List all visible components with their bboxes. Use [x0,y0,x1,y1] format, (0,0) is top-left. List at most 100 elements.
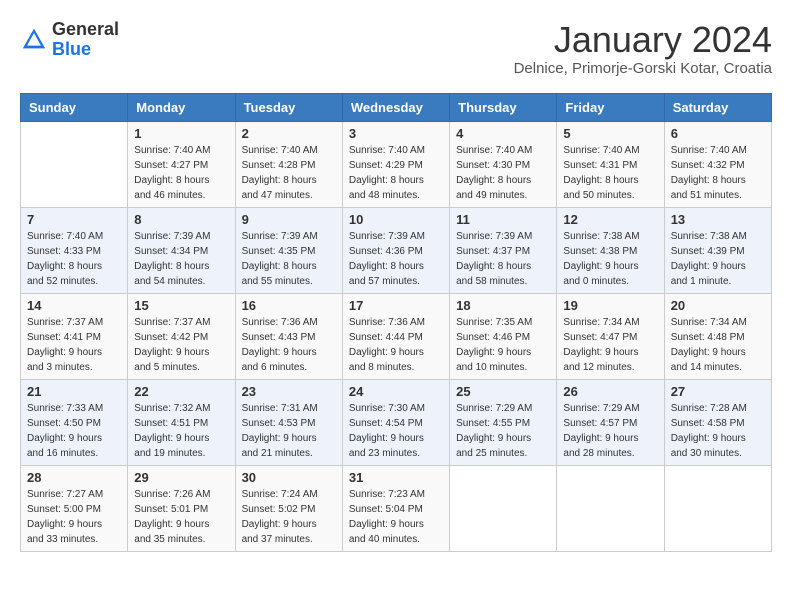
day-info: Sunrise: 7:38 AMSunset: 4:39 PMDaylight:… [671,229,765,289]
page-header: General Blue January 2024 Delnice, Primo… [20,20,772,77]
logo-blue-text: Blue [52,39,91,59]
day-number: 29 [134,470,228,485]
calendar-cell: 28 Sunrise: 7:27 AMSunset: 5:00 PMDayligh… [21,465,128,551]
calendar-week-row: 1Sunrise: 7:40 AMSunset: 4:27 PMDaylight… [21,121,772,207]
calendar-cell: 20Sunrise: 7:34 AMSunset: 4:48 PMDayligh… [664,293,771,379]
day-info: Sunrise: 7:40 AMSunset: 4:29 PMDaylight:… [349,143,443,203]
weekday-header: Sunday [21,93,128,121]
day-number: 28 [27,470,121,485]
calendar-cell: 3Sunrise: 7:40 AMSunset: 4:29 PMDaylight… [342,121,449,207]
day-number: 23 [242,384,336,399]
day-info: Sunrise: 7:40 AMSunset: 4:33 PMDaylight:… [27,229,121,289]
calendar-cell [557,465,664,551]
calendar-header-row: SundayMondayTuesdayWednesdayThursdayFrid… [21,93,772,121]
day-info: Sunrise: 7:34 AMSunset: 4:47 PMDaylight:… [563,315,657,375]
calendar-cell: 13 Sunrise: 7:38 AMSunset: 4:39 PMDayligh… [664,207,771,293]
day-number: 17 [349,298,443,313]
calendar-cell: 11Sunrise: 7:39 AMSunset: 4:37 PMDayligh… [450,207,557,293]
day-info: Sunrise: 7:23 AMSunset: 5:04 PMDaylight:… [349,487,443,547]
day-info: Sunrise: 7:39 AMSunset: 4:34 PMDaylight:… [134,229,228,289]
calendar-cell: 5Sunrise: 7:40 AMSunset: 4:31 PMDaylight… [557,121,664,207]
day-number: 6 [671,126,765,141]
day-number: 18 [456,298,550,313]
calendar-cell: 16Sunrise: 7:36 AMSunset: 4:43 PMDayligh… [235,293,342,379]
day-number: 26 [563,384,657,399]
day-info: Sunrise: 7:37 AMSunset: 4:42 PMDaylight:… [134,315,228,375]
day-number: 8 [134,212,228,227]
day-info: Sunrise: 7:24 AMSunset: 5:02 PMDaylight:… [242,487,336,547]
calendar-cell: 2 Sunrise: 7:40 AMSunset: 4:28 PMDaylight… [235,121,342,207]
day-info: Sunrise: 7:39 AMSunset: 4:36 PMDaylight:… [349,229,443,289]
day-number: 4 [456,126,550,141]
day-number: 5 [563,126,657,141]
calendar-cell: 21 Sunrise: 7:33 AMSunset: 4:50 PMDayligh… [21,379,128,465]
day-info: Sunrise: 7:39 AMSunset: 4:35 PMDaylight:… [242,229,336,289]
day-number: 15 [134,298,228,313]
calendar-cell: 18 Sunrise: 7:35 AMSunset: 4:46 PMDayligh… [450,293,557,379]
calendar-week-row: 14 Sunrise: 7:37 AMSunset: 4:41 PMDayligh… [21,293,772,379]
day-info: Sunrise: 7:30 AMSunset: 4:54 PMDaylight:… [349,401,443,461]
day-number: 31 [349,470,443,485]
weekday-header: Tuesday [235,93,342,121]
logo-text: General Blue [52,20,119,60]
day-info: Sunrise: 7:35 AMSunset: 4:46 PMDaylight:… [456,315,550,375]
calendar-cell: 14 Sunrise: 7:37 AMSunset: 4:41 PMDayligh… [21,293,128,379]
location-subtitle: Delnice, Primorje-Gorski Kotar, Croatia [514,60,772,77]
day-info: Sunrise: 7:29 AMSunset: 4:55 PMDaylight:… [456,401,550,461]
day-number: 14 [27,298,121,313]
calendar-cell: 6 Sunrise: 7:40 AMSunset: 4:32 PMDaylight… [664,121,771,207]
weekday-header: Friday [557,93,664,121]
day-number: 24 [349,384,443,399]
day-info: Sunrise: 7:40 AMSunset: 4:30 PMDaylight:… [456,143,550,203]
day-info: Sunrise: 7:34 AMSunset: 4:48 PMDaylight:… [671,315,765,375]
day-number: 9 [242,212,336,227]
calendar-cell: 25 Sunrise: 7:29 AMSunset: 4:55 PMDayligh… [450,379,557,465]
day-info: Sunrise: 7:40 AMSunset: 4:32 PMDaylight:… [671,143,765,203]
calendar-cell: 24 Sunrise: 7:30 AMSunset: 4:54 PMDayligh… [342,379,449,465]
logo-icon [20,26,48,54]
day-number: 21 [27,384,121,399]
day-info: Sunrise: 7:36 AMSunset: 4:44 PMDaylight:… [349,315,443,375]
day-info: Sunrise: 7:32 AMSunset: 4:51 PMDaylight:… [134,401,228,461]
day-info: Sunrise: 7:38 AMSunset: 4:38 PMDaylight:… [563,229,657,289]
day-info: Sunrise: 7:28 AMSunset: 4:58 PMDaylight:… [671,401,765,461]
day-number: 10 [349,212,443,227]
calendar-cell [664,465,771,551]
day-info: Sunrise: 7:40 AMSunset: 4:28 PMDaylight:… [242,143,336,203]
calendar-cell: 7Sunrise: 7:40 AMSunset: 4:33 PMDaylight… [21,207,128,293]
calendar-cell: 22Sunrise: 7:32 AMSunset: 4:51 PMDayligh… [128,379,235,465]
day-number: 13 [671,212,765,227]
calendar-cell: 29 Sunrise: 7:26 AMSunset: 5:01 PMDayligh… [128,465,235,551]
logo: General Blue [20,20,119,60]
day-info: Sunrise: 7:37 AMSunset: 4:41 PMDaylight:… [27,315,121,375]
calendar-cell: 12Sunrise: 7:38 AMSunset: 4:38 PMDayligh… [557,207,664,293]
day-info: Sunrise: 7:26 AMSunset: 5:01 PMDaylight:… [134,487,228,547]
day-info: Sunrise: 7:31 AMSunset: 4:53 PMDaylight:… [242,401,336,461]
calendar-week-row: 7Sunrise: 7:40 AMSunset: 4:33 PMDaylight… [21,207,772,293]
day-info: Sunrise: 7:39 AMSunset: 4:37 PMDaylight:… [456,229,550,289]
month-year-title: January 2024 [514,20,772,60]
day-info: Sunrise: 7:27 AMSunset: 5:00 PMDaylight:… [27,487,121,547]
calendar-cell: 23 Sunrise: 7:31 AMSunset: 4:53 PMDayligh… [235,379,342,465]
day-number: 1 [134,126,228,141]
day-number: 2 [242,126,336,141]
weekday-header: Saturday [664,93,771,121]
day-info: Sunrise: 7:29 AMSunset: 4:57 PMDaylight:… [563,401,657,461]
weekday-header: Thursday [450,93,557,121]
calendar-cell: 1Sunrise: 7:40 AMSunset: 4:27 PMDaylight… [128,121,235,207]
day-number: 27 [671,384,765,399]
calendar-cell: 4 Sunrise: 7:40 AMSunset: 4:30 PMDaylight… [450,121,557,207]
day-info: Sunrise: 7:33 AMSunset: 4:50 PMDaylight:… [27,401,121,461]
calendar-cell: 8 Sunrise: 7:39 AMSunset: 4:34 PMDaylight… [128,207,235,293]
calendar-cell: 26 Sunrise: 7:29 AMSunset: 4:57 PMDayligh… [557,379,664,465]
calendar-week-row: 21 Sunrise: 7:33 AMSunset: 4:50 PMDayligh… [21,379,772,465]
day-info: Sunrise: 7:36 AMSunset: 4:43 PMDaylight:… [242,315,336,375]
calendar-cell [21,121,128,207]
day-number: 25 [456,384,550,399]
logo-general-text: General [52,19,119,39]
calendar-cell: 31 Sunrise: 7:23 AMSunset: 5:04 PMDayligh… [342,465,449,551]
weekday-header: Wednesday [342,93,449,121]
calendar-cell: 15 Sunrise: 7:37 AMSunset: 4:42 PMDayligh… [128,293,235,379]
calendar-cell: 27 Sunrise: 7:28 AMSunset: 4:58 PMDayligh… [664,379,771,465]
day-number: 19 [563,298,657,313]
